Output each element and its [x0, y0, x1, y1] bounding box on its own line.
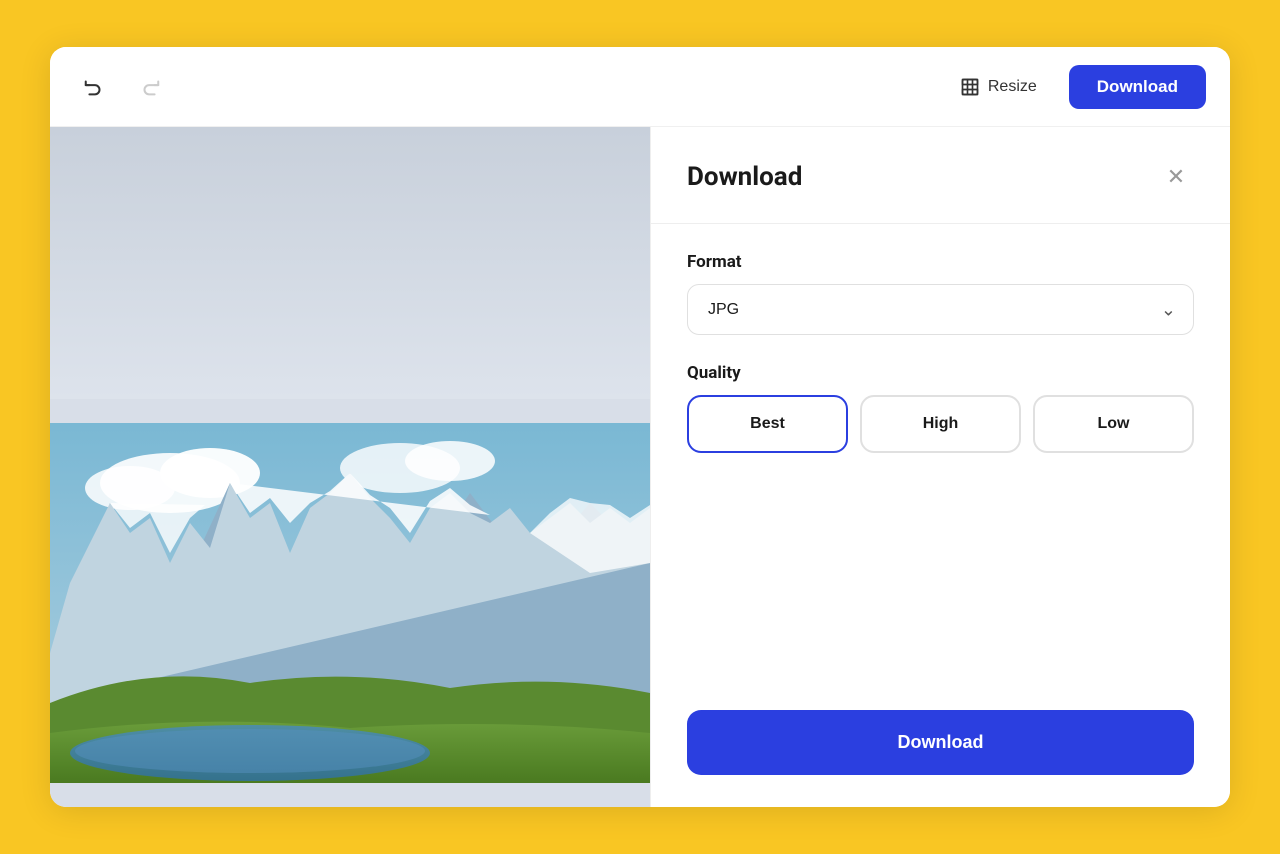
- panel-header: Download ✕: [687, 159, 1194, 195]
- undo-button[interactable]: [74, 67, 114, 107]
- image-sky: [50, 127, 650, 399]
- quality-section: Quality Best High Low: [687, 363, 1194, 453]
- quality-buttons: Best High Low: [687, 395, 1194, 453]
- divider: [651, 223, 1230, 224]
- close-button[interactable]: ✕: [1158, 159, 1194, 195]
- resize-button[interactable]: Resize: [940, 67, 1057, 107]
- image-area: [50, 127, 650, 807]
- quality-low-button[interactable]: Low: [1033, 395, 1194, 453]
- download-button-top[interactable]: Download: [1069, 65, 1206, 109]
- download-panel: Download ✕ Format JPG PNG WEBP SVG ⌄: [650, 127, 1230, 807]
- quality-best-button[interactable]: Best: [687, 395, 848, 453]
- panel-title: Download: [687, 162, 802, 192]
- format-select[interactable]: JPG PNG WEBP SVG: [687, 284, 1194, 335]
- mountain-scene: [50, 399, 650, 807]
- download-button-main[interactable]: Download: [687, 710, 1194, 775]
- quality-high-button[interactable]: High: [860, 395, 1021, 453]
- toolbar-right: Resize Download: [940, 65, 1206, 109]
- toolbar-left: [74, 67, 170, 107]
- format-dropdown-wrapper: JPG PNG WEBP SVG ⌄: [687, 284, 1194, 335]
- format-label: Format: [687, 252, 1194, 272]
- format-section: Format JPG PNG WEBP SVG ⌄: [687, 252, 1194, 335]
- content-area: Download ✕ Format JPG PNG WEBP SVG ⌄: [50, 127, 1230, 807]
- redo-button[interactable]: [130, 67, 170, 107]
- landscape-svg: [50, 399, 650, 807]
- toolbar: Resize Download: [50, 47, 1230, 127]
- resize-icon: [960, 77, 980, 97]
- quality-label: Quality: [687, 363, 1194, 383]
- app-container: Resize Download: [50, 47, 1230, 807]
- close-icon: ✕: [1167, 164, 1185, 190]
- resize-label: Resize: [988, 78, 1037, 96]
